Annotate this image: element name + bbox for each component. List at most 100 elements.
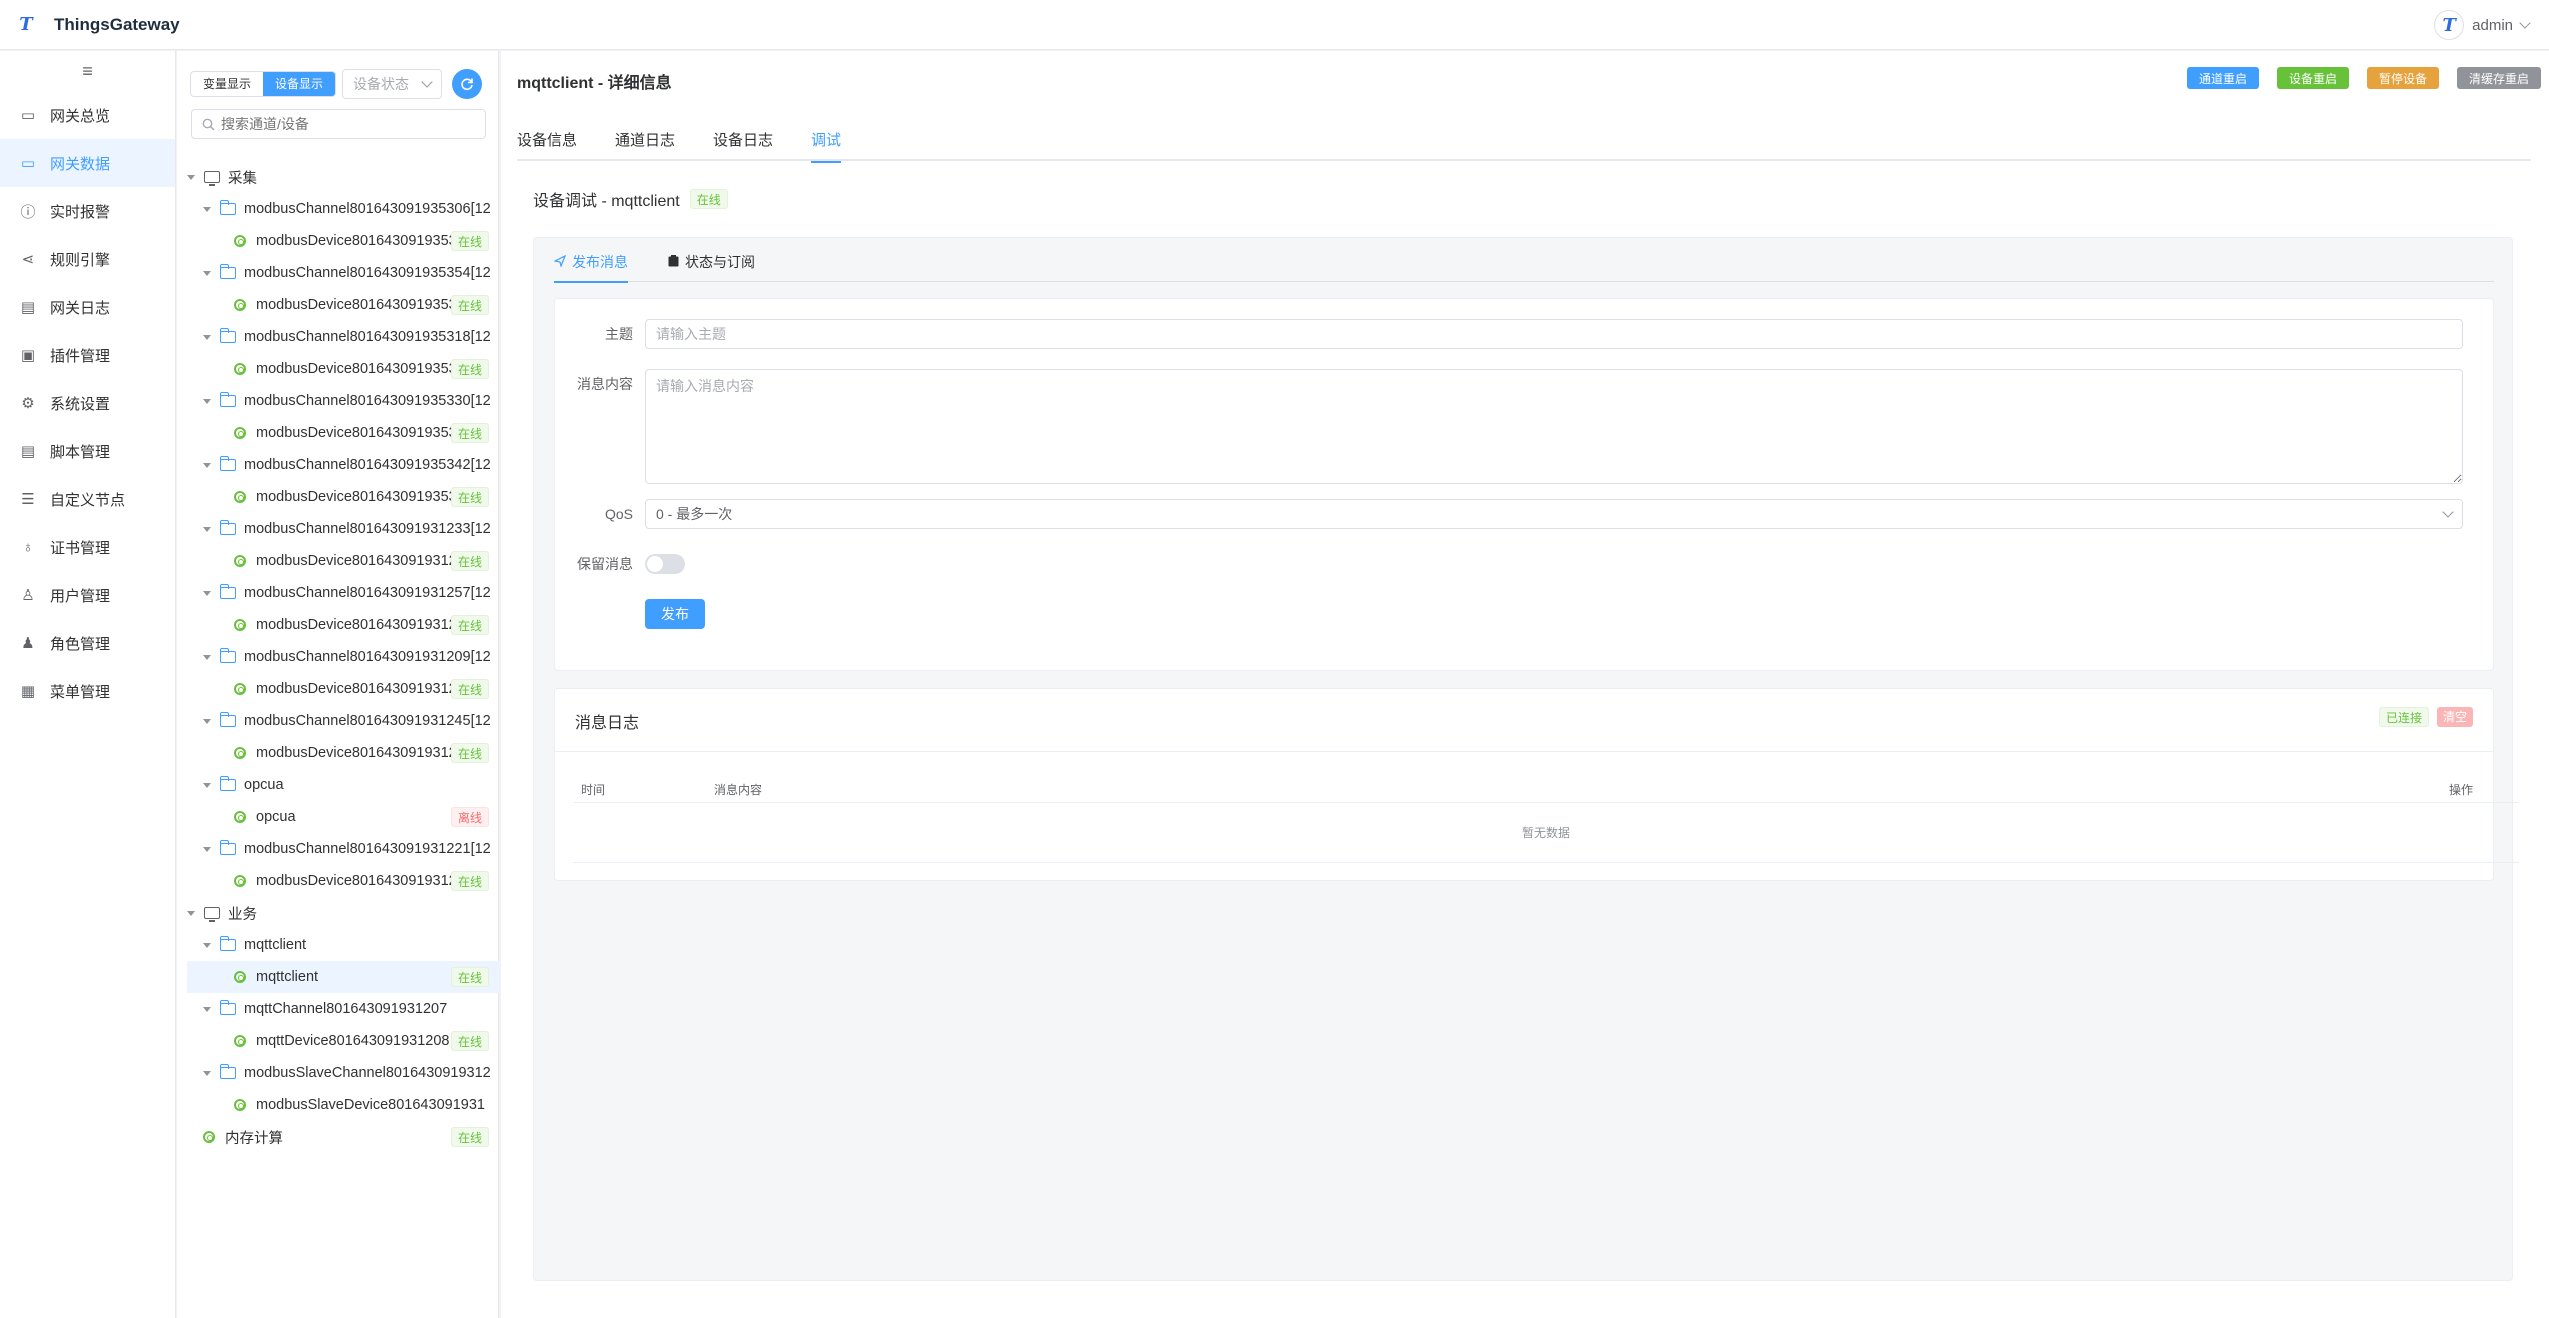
tab-channel-log[interactable]: 通道日志	[615, 129, 675, 161]
app-logo-icon: T	[19, 14, 33, 35]
sidebar-item-2[interactable]: ⓘ 实时报警	[0, 187, 175, 235]
retain-toggle[interactable]	[645, 554, 685, 574]
sidebar-item-5[interactable]: ▣ 插件管理	[0, 331, 175, 379]
search-input[interactable]	[221, 116, 461, 132]
tab-status-subscribe[interactable]: 状态与订阅	[668, 252, 755, 282]
tree-node[interactable]: mqttDevice801643091931208 在线	[187, 1025, 499, 1057]
tree-node-label: modbusChannel801643091935306[12	[244, 201, 491, 217]
menu-toggle-icon[interactable]: ≡	[0, 51, 175, 91]
tab-publish-message[interactable]: 发布消息	[554, 252, 628, 283]
device-display-button[interactable]: 设备显示	[263, 72, 336, 96]
expand-caret-icon[interactable]	[187, 174, 195, 180]
clear-cache-restart-button[interactable]: 清缓存重启	[2456, 67, 2541, 89]
tree-node[interactable]: modbusDevice801643091931222 在线	[187, 865, 499, 897]
tree-node[interactable]: modbusDevice801643091931234 在线	[187, 545, 499, 577]
tree-node-label: modbusDevice801643091931222	[256, 873, 473, 889]
sidebar-item-11[interactable]: ♟ 角色管理	[0, 619, 175, 667]
message-content-input[interactable]	[645, 369, 2463, 484]
chevron-down-icon[interactable]	[2519, 17, 2531, 29]
expand-caret-icon[interactable]	[203, 206, 211, 212]
qos-value: 0 - 最多一次	[656, 506, 733, 522]
tree-node[interactable]: 业务	[187, 897, 499, 929]
tree-node[interactable]: 采集	[187, 161, 499, 193]
expand-caret-icon[interactable]	[203, 942, 211, 948]
expand-caret-icon[interactable]	[203, 398, 211, 404]
refresh-button[interactable]	[452, 69, 483, 99]
device-icon	[234, 811, 246, 823]
tree-node[interactable]: modbusDevice801643091931258 在线	[187, 609, 499, 641]
tree-search[interactable]	[191, 109, 486, 139]
username[interactable]: admin	[2472, 17, 2513, 34]
tree-node[interactable]: opcua	[187, 769, 499, 801]
tree-node[interactable]: modbusDevice801643091935343 在线	[187, 481, 499, 513]
tree-node-label: 采集	[228, 170, 257, 187]
sidebar-item-0[interactable]: ▭ 网关总览	[0, 91, 175, 139]
tree-node[interactable]: modbusDevice801643091935319 在线	[187, 353, 499, 385]
device-status-select[interactable]: 设备状态	[342, 69, 443, 99]
expand-caret-icon[interactable]	[203, 782, 211, 788]
tab-device-info[interactable]: 设备信息	[517, 129, 577, 161]
qos-select[interactable]: 0 - 最多一次	[645, 499, 2463, 529]
clear-button[interactable]: 清空	[2436, 707, 2473, 727]
sidebar-item-4[interactable]: ▤ 网关日志	[0, 283, 175, 331]
sidebar-item-3[interactable]: ⋖ 规则引擎	[0, 235, 175, 283]
restart-channel-button[interactable]: 通道重启	[2186, 67, 2259, 89]
sidebar-item-6[interactable]: ⚙ 系统设置	[0, 379, 175, 427]
tree-node[interactable]: modbusChannel801643091931209[12	[187, 641, 499, 673]
sidebar-item-12[interactable]: ▦ 菜单管理	[0, 667, 175, 715]
tree-node[interactable]: opcua 离线	[187, 801, 499, 833]
tree-node[interactable]: modbusChannel801643091931233[12	[187, 513, 499, 545]
tree-node[interactable]: modbusDevice801643091931210 在线	[187, 673, 499, 705]
expand-caret-icon[interactable]	[203, 846, 211, 852]
tree-node[interactable]: 内存计算 在线	[187, 1121, 499, 1153]
tree-node[interactable]: modbusChannel801643091935306[12	[187, 193, 499, 225]
expand-caret-icon[interactable]	[203, 270, 211, 276]
expand-caret-icon[interactable]	[203, 1070, 211, 1076]
tree-node[interactable]: modbusChannel801643091935330[12	[187, 385, 499, 417]
sidebar-item-label: 证书管理	[50, 539, 111, 557]
expand-caret-icon[interactable]	[203, 590, 211, 596]
expand-caret-icon[interactable]	[187, 910, 195, 916]
tree-node[interactable]: mqttclient	[187, 929, 499, 961]
tree-node[interactable]: modbusSlaveDevice801643091931	[187, 1089, 499, 1121]
tree-node[interactable]: modbusChannel801643091931245[12	[187, 705, 499, 737]
expand-caret-icon[interactable]	[203, 718, 211, 724]
variable-display-button[interactable]: 变量显示	[191, 72, 263, 96]
dashboard-icon: ▭	[20, 107, 36, 124]
sidebar-item-7[interactable]: ▤ 脚本管理	[0, 427, 175, 475]
pause-device-button[interactable]: 暂停设备	[2366, 67, 2439, 89]
tree-node[interactable]: modbusChannel801643091935342[12	[187, 449, 499, 481]
tree-node[interactable]: modbusDevice801643091931246 在线	[187, 737, 499, 769]
content-row: 消息内容	[555, 369, 2463, 484]
tree-node[interactable]: modbusChannel801643091935354[12	[187, 257, 499, 289]
tree-node[interactable]: mqttChannel801643091931207	[187, 993, 499, 1025]
tab-debug[interactable]: 调试	[811, 129, 842, 163]
topic-input[interactable]	[645, 319, 2463, 349]
sidebar-item-10[interactable]: ♙ 用户管理	[0, 571, 175, 619]
avatar[interactable]: T	[2434, 10, 2465, 40]
device-icon	[234, 1035, 246, 1047]
tree-node[interactable]: mqttclient 在线	[187, 961, 499, 993]
expand-caret-icon[interactable]	[203, 334, 211, 340]
sidebar-item-8[interactable]: ☰ 自定义节点	[0, 475, 175, 523]
tab-device-log[interactable]: 设备日志	[713, 129, 773, 161]
expand-caret-icon[interactable]	[203, 1006, 211, 1012]
main-content: mqttclient - 详细信息 通道重启 设备重启 暂停设备 清缓存重启 设备信息…	[501, 51, 2549, 1318]
sidebar-item-9[interactable]: ♁ 证书管理	[0, 523, 175, 571]
publish-button[interactable]: 发布	[645, 599, 705, 629]
tree-node[interactable]: modbusDevice801643091935331 在线	[187, 417, 499, 449]
expand-caret-icon[interactable]	[203, 462, 211, 468]
expand-caret-icon[interactable]	[203, 654, 211, 660]
tree-node[interactable]: modbusChannel801643091935318[12	[187, 321, 499, 353]
tree-node[interactable]: modbusChannel801643091931257[12	[187, 577, 499, 609]
sidebar-item-1[interactable]: ▭ 网关数据	[0, 139, 175, 187]
restart-device-button[interactable]: 设备重启	[2276, 67, 2349, 89]
status-badge: 在线	[450, 231, 489, 251]
tree-node[interactable]: modbusChannel801643091931221[12	[187, 833, 499, 865]
tree-node[interactable]: modbusDevice801643091935355 在线	[187, 289, 499, 321]
folder-icon	[220, 584, 236, 599]
tree-node[interactable]: modbusSlaveChannel8016430919312	[187, 1057, 499, 1089]
tree-node[interactable]: modbusDevice801643091935307 在线	[187, 225, 499, 257]
user-menu[interactable]: T admin	[2434, 10, 2531, 40]
expand-caret-icon[interactable]	[203, 526, 211, 532]
